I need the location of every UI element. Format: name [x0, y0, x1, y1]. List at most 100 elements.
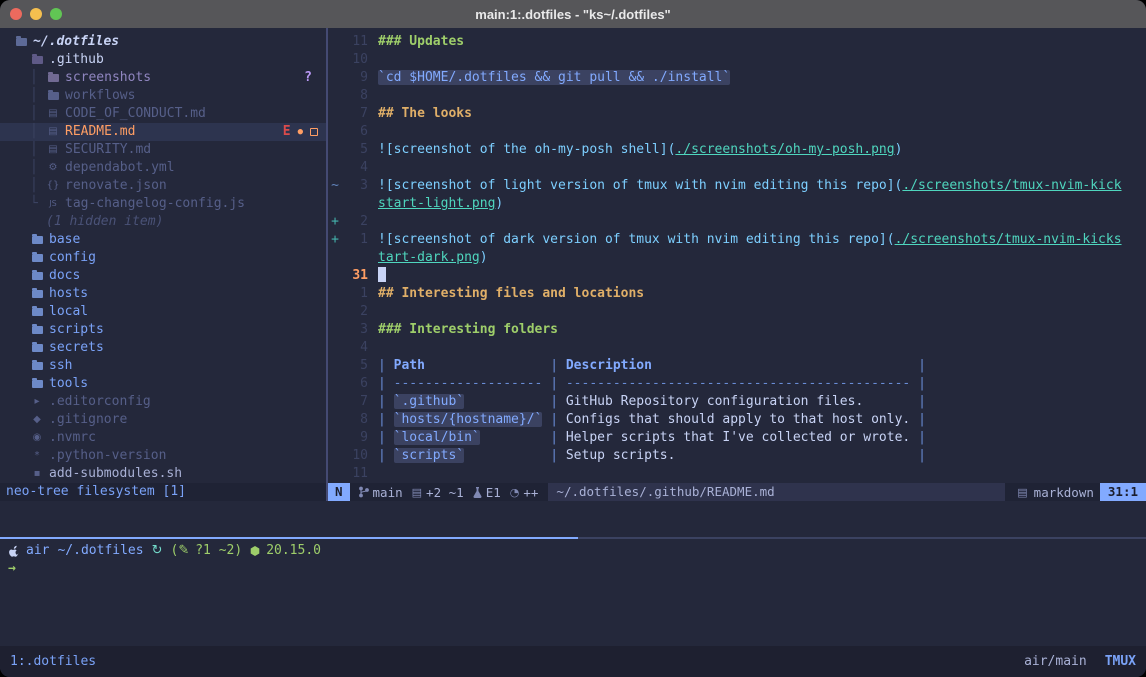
editor-line[interactable]: +2	[328, 213, 1146, 231]
pending-updates: ++	[523, 485, 538, 500]
tree-item-.python-version[interactable]: *.python-version	[0, 447, 326, 465]
tree-item-label: (1 hidden item)	[46, 213, 163, 231]
tree-item-workflows[interactable]: │workflows	[0, 87, 326, 105]
editor-line[interactable]: 10	[328, 51, 1146, 69]
tmux-session-label: air/main	[1024, 654, 1087, 669]
pending-updates-icon: ◔	[510, 486, 520, 499]
editor-line[interactable]: start-light.png)	[328, 195, 1146, 213]
tree-item-ssh[interactable]: ssh	[0, 357, 326, 375]
tree-item-label: scripts	[49, 321, 104, 339]
editor-buffer[interactable]: 11### Updates 10 9`cd $HOME/.dotfiles &&…	[328, 28, 1146, 483]
tree-item--1-hidden-item-[interactable]: (1 hidden item)	[0, 213, 326, 231]
filetype-label: markdown	[1034, 485, 1094, 500]
git-sign	[328, 393, 342, 411]
tree-item-config[interactable]: config	[0, 249, 326, 267]
shell-pane[interactable]: air ~/.dotfiles ↻ ( ✎ ?1 ~2 ) 20.15.0 →	[0, 539, 1146, 646]
tree-item-label: .python-version	[49, 447, 166, 465]
prompt-arrow-input[interactable]: →	[8, 560, 16, 578]
line-number: 7	[342, 393, 378, 411]
tree-item-scripts[interactable]: scripts	[0, 321, 326, 339]
text-cursor	[378, 267, 386, 282]
git-untracked-badge: ?	[304, 69, 312, 87]
neo-tree-statusline: neo-tree filesystem [1]	[0, 483, 326, 501]
braces-file-icon: {}	[46, 177, 60, 195]
git-sign	[328, 195, 342, 213]
editor-line[interactable]: 4	[328, 159, 1146, 177]
window-title: main:1:.dotfiles - "ks~/.dotfiles"	[0, 7, 1146, 22]
tree-item--.dotfiles[interactable]: ~/.dotfiles	[0, 33, 326, 51]
prompt-line: air ~/.dotfiles ↻ ( ✎ ?1 ~2 ) 20.15.0	[8, 542, 1146, 560]
editor-line[interactable]: 5![screenshot of the oh-my-posh shell](.…	[328, 141, 1146, 159]
tree-item-.gitignore[interactable]: ◆ .gitignore	[0, 411, 326, 429]
tri-file-icon: ▸	[30, 393, 44, 411]
editor-line[interactable]: tart-dark.png)	[328, 249, 1146, 267]
editor-line[interactable]: 8	[328, 87, 1146, 105]
tree-item-hosts[interactable]: hosts	[0, 285, 326, 303]
tree-item-label: SECURITY.md	[65, 141, 151, 159]
diagnostics-count: E1	[486, 485, 501, 500]
line-number: 8	[342, 411, 378, 429]
tree-item-label: CODE_OF_CONDUCT.md	[65, 105, 206, 123]
cursor-position: 31:1	[1100, 483, 1146, 501]
editor-line[interactable]: ~3![screenshot of light version of tmux …	[328, 177, 1146, 195]
tree-item-.github[interactable]: .github	[0, 51, 326, 69]
neo-tree-panel: ~/.dotfiles.github│screenshots?│workflow…	[0, 28, 326, 501]
folder-icon	[30, 272, 44, 280]
git-sign	[328, 357, 342, 375]
git-sign	[328, 375, 342, 393]
editor-line[interactable]: 9`cd $HOME/.dotfiles && git pull && ./in…	[328, 69, 1146, 87]
tree-item-screenshots[interactable]: │screenshots?	[0, 69, 326, 87]
tree-item-tag-changelog-config.js[interactable]: └JStag-changelog-config.js	[0, 195, 326, 213]
tree-item-readme.md[interactable]: │▤README.mdE●	[0, 123, 326, 141]
tree-item-label: base	[49, 231, 80, 249]
git-sync-icon: ↻	[152, 542, 163, 560]
editor-line[interactable]: 6| ------------------- | ---------------…	[328, 375, 1146, 393]
diamond-file-icon: ◆	[30, 411, 44, 429]
editor-line[interactable]: 8| `hosts/{hostname}/` | Configs that sh…	[328, 411, 1146, 429]
indent-guide: │	[30, 105, 46, 123]
tmux-window-item[interactable]: 1:.dotfiles	[10, 654, 96, 669]
editor-line[interactable]: 11	[328, 465, 1146, 483]
folder-icon	[30, 290, 44, 298]
editor-line[interactable]: 4	[328, 339, 1146, 357]
editor-line[interactable]: 6	[328, 123, 1146, 141]
editor-line[interactable]: 9| `local/bin` | Helper scripts that I'v…	[328, 429, 1146, 447]
square-file-icon: ▪	[30, 465, 44, 483]
diff-file-icon: ▤	[412, 486, 422, 499]
tree-item-.editorconfig[interactable]: ▸.editorconfig	[0, 393, 326, 411]
git-sign	[328, 303, 342, 321]
editor-line[interactable]: 3### Interesting folders	[328, 321, 1146, 339]
line-number: 6	[342, 375, 378, 393]
line-number: 9	[342, 429, 378, 447]
tree-item-code-of-conduct.md[interactable]: │▤CODE_OF_CONDUCT.md	[0, 105, 326, 123]
editor-line[interactable]: 11### Updates	[328, 33, 1146, 51]
line-number	[342, 195, 378, 213]
tree-item-local[interactable]: local	[0, 303, 326, 321]
tree-item-label: config	[49, 249, 96, 267]
editor-line[interactable]: 5| Path | Description |	[328, 357, 1146, 375]
tree-item-label: .gitignore	[49, 411, 127, 429]
folder-icon	[46, 74, 60, 82]
tree-item-tools[interactable]: tools	[0, 375, 326, 393]
editor-line[interactable]: 1## Interesting files and locations	[328, 285, 1146, 303]
tree-item-dependabot.yml[interactable]: │⚙dependabot.yml	[0, 159, 326, 177]
tree-item-label: .nvmrc	[49, 429, 96, 447]
tree-item-renovate.json[interactable]: │{}renovate.json	[0, 177, 326, 195]
tree-item-.nvmrc[interactable]: ◉.nvmrc	[0, 429, 326, 447]
tree-item-add-submodules.sh[interactable]: ▪add-submodules.sh	[0, 465, 326, 483]
line-number: 10	[342, 51, 378, 69]
editor-line[interactable]: 10| `scripts` | Setup scripts. |	[328, 447, 1146, 465]
git-sign: +	[328, 213, 342, 231]
editor-line[interactable]: 7## The looks	[328, 105, 1146, 123]
modified-dot-icon: ●	[298, 123, 303, 141]
editor-line[interactable]: 2	[328, 303, 1146, 321]
line-number: 3	[342, 177, 378, 195]
tree-item-security.md[interactable]: │▤SECURITY.md	[0, 141, 326, 159]
editor-line[interactable]: 7| `.github` | GitHub Repository configu…	[328, 393, 1146, 411]
tree-item-secrets[interactable]: secrets	[0, 339, 326, 357]
tmux-flag: TMUX	[1105, 654, 1136, 669]
tree-item-base[interactable]: base	[0, 231, 326, 249]
editor-line[interactable]: +1![screenshot of dark version of tmux w…	[328, 231, 1146, 249]
tree-item-docs[interactable]: docs	[0, 267, 326, 285]
editor-line[interactable]: 31	[328, 267, 1146, 285]
